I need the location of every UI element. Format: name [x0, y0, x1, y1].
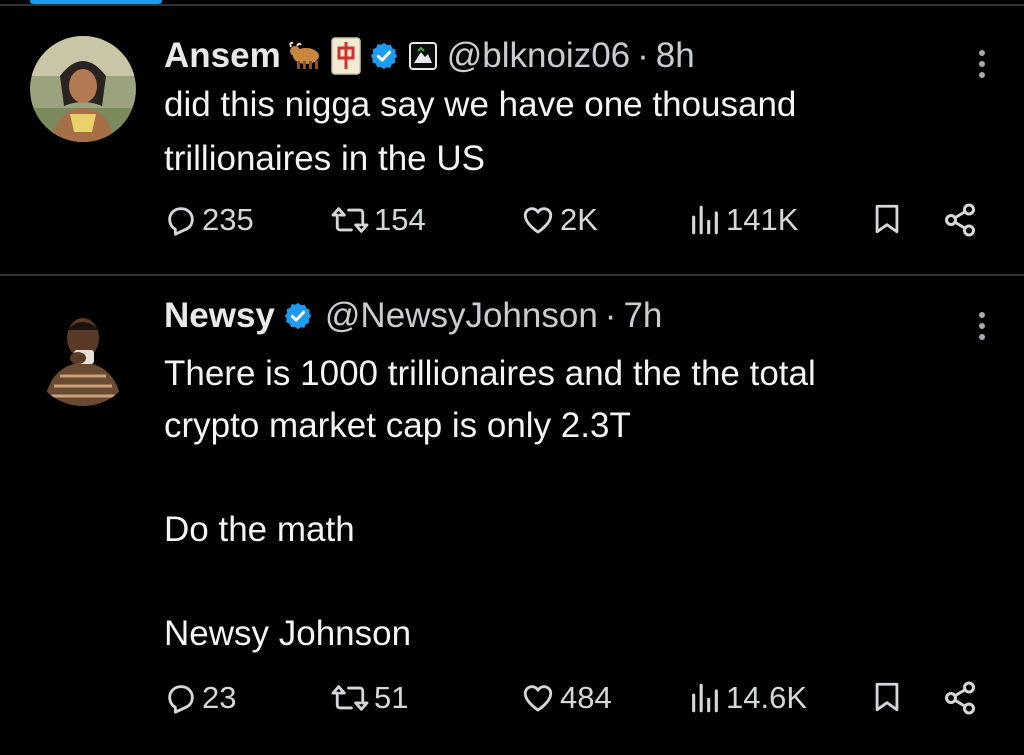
user-handle[interactable]: @blknoiz06	[447, 36, 630, 76]
views-icon	[692, 683, 718, 713]
separator-dot: ·	[604, 296, 617, 335]
tweet-header: Ansem @blknoiz06 · 8h	[164, 36, 695, 76]
repost-count: 51	[374, 680, 409, 715]
tweet-actions: 23 51 484 14.6K	[164, 680, 984, 730]
reply-icon	[168, 207, 194, 236]
verified-badge-icon[interactable]	[283, 301, 313, 331]
share-icon	[945, 681, 975, 715]
user-handle[interactable]: @NewsyJohnson	[325, 296, 598, 336]
more-icon	[979, 50, 985, 56]
more-options-button[interactable]	[972, 304, 992, 348]
avatar[interactable]	[30, 300, 136, 406]
affiliate-badge-icon[interactable]	[408, 42, 437, 70]
bookmark-icon	[875, 204, 899, 234]
more-options-button[interactable]	[972, 42, 992, 86]
like-count: 484	[560, 680, 612, 715]
more-icon	[979, 312, 985, 318]
tweet-actions: 235 154 2K 141K	[164, 202, 984, 252]
share-icon	[945, 203, 975, 237]
timestamp[interactable]: 7h	[623, 296, 662, 336]
bookmark-button[interactable]	[870, 202, 904, 236]
views-icon	[692, 205, 718, 235]
tweet-text: did this nigga say we have one thousand …	[164, 85, 797, 178]
repost-button[interactable]: 154	[330, 202, 426, 238]
view-count: 141K	[726, 202, 799, 237]
reply-button[interactable]: 235	[164, 202, 254, 238]
display-name[interactable]: Ansem	[164, 36, 281, 76]
avatar[interactable]	[30, 36, 136, 142]
bookmark-button[interactable]	[870, 680, 904, 714]
ox-emoji-icon	[289, 41, 323, 71]
separator-dot: ·	[637, 36, 649, 75]
views-button[interactable]: 141K	[688, 202, 798, 238]
like-count: 2K	[560, 202, 598, 237]
tweet[interactable]: Ansem @blknoiz06 · 8h did this nigga say…	[0, 6, 1024, 276]
reply-count: 235	[202, 202, 254, 237]
like-button[interactable]: 2K	[520, 202, 598, 238]
bookmark-icon	[875, 682, 899, 712]
tweet-text: There is 1000 trillionaires and the the …	[164, 354, 816, 653]
view-count: 14.6K	[726, 680, 808, 715]
verified-badge-icon[interactable]	[369, 41, 399, 71]
like-icon	[523, 685, 553, 712]
reply-button[interactable]: 23	[164, 680, 236, 716]
like-icon	[523, 207, 553, 234]
reply-count: 23	[202, 680, 237, 715]
repost-count: 154	[374, 202, 426, 237]
display-name[interactable]: Newsy	[164, 296, 275, 336]
mahjong-red-dragon-icon	[330, 37, 361, 75]
timestamp[interactable]: 8h	[656, 36, 695, 76]
repost-icon	[331, 685, 369, 711]
reply-icon	[168, 685, 194, 714]
share-button[interactable]	[942, 202, 978, 238]
like-button[interactable]: 484	[520, 680, 612, 716]
share-button[interactable]	[942, 680, 978, 716]
tweet-header: Newsy @NewsyJohnson · 7h	[164, 296, 662, 336]
tweet[interactable]: Newsy @NewsyJohnson · 7h There is 1000 t…	[0, 276, 1024, 755]
views-button[interactable]: 14.6K	[688, 680, 807, 716]
repost-icon	[331, 207, 369, 233]
repost-button[interactable]: 51	[330, 680, 408, 716]
